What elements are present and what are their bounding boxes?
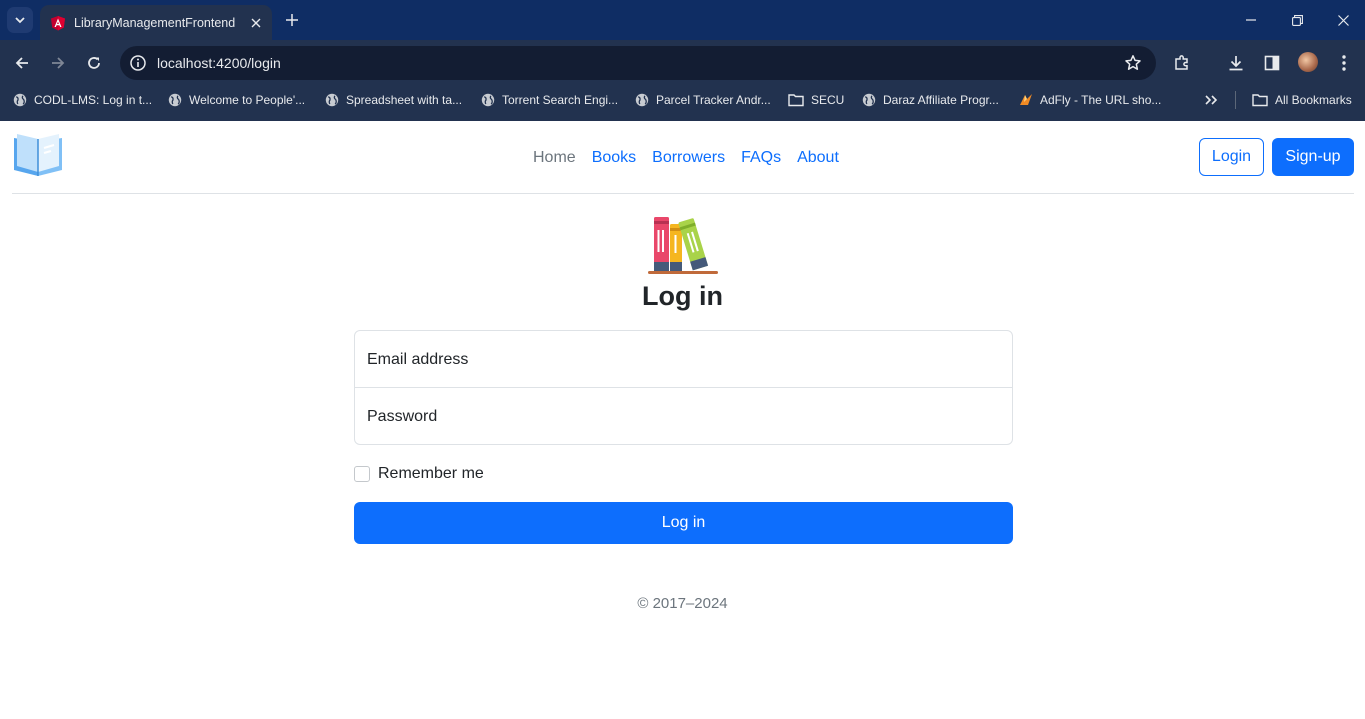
double-chevron-right-icon: [1205, 95, 1218, 105]
close-icon: [1337, 14, 1349, 26]
nav-about[interactable]: About: [789, 149, 847, 167]
side-panel-icon: [1264, 55, 1280, 71]
globe-icon: [325, 93, 339, 107]
tab-close-icon[interactable]: [246, 13, 266, 33]
minimize-button[interactable]: [1228, 0, 1274, 40]
adfly-icon: [1020, 94, 1032, 105]
bookmark-folder[interactable]: SECU: [788, 85, 844, 115]
download-icon: [1229, 56, 1243, 71]
folder-icon: [788, 94, 804, 107]
bookmark-label: Parcel Tracker Andr...: [656, 93, 771, 107]
puzzle-icon: [1175, 55, 1188, 70]
more-bookmarks-button[interactable]: [1204, 85, 1218, 115]
url-text[interactable]: localhost:4200/login: [157, 46, 281, 80]
kebab-menu-icon: [1342, 55, 1346, 71]
footer-copyright: © 2017–2024: [637, 595, 728, 612]
main-nav: Home Books Borrowers FAQs About: [525, 121, 847, 194]
site-header: Home Books Borrowers FAQs About Login Si…: [12, 121, 1354, 194]
browser-tab[interactable]: LibraryManagementFrontend: [40, 5, 272, 40]
browser-menu-button[interactable]: [1333, 52, 1355, 74]
open-book-logo-icon[interactable]: [12, 132, 64, 178]
plus-icon: [286, 14, 298, 26]
restore-button[interactable]: [1274, 0, 1320, 40]
bookmark-item[interactable]: Parcel Tracker Andr...: [635, 85, 771, 115]
globe-icon: [635, 93, 649, 107]
browser-toolbar: localhost:4200/login: [0, 40, 1365, 85]
bookmark-item[interactable]: Daraz Affiliate Progr...: [862, 85, 999, 115]
bookmark-label: AdFly - The URL sho...: [1040, 93, 1162, 107]
signup-button[interactable]: Sign-up: [1272, 138, 1354, 176]
tab-title: LibraryManagementFrontend: [74, 15, 236, 30]
reload-icon: [88, 57, 100, 69]
books-illustration-icon: [648, 217, 718, 274]
chevron-down-icon: [15, 17, 25, 24]
nav-home[interactable]: Home: [525, 149, 584, 167]
bookmark-star-icon[interactable]: [1124, 54, 1142, 72]
globe-icon: [168, 93, 182, 107]
remember-me[interactable]: Remember me: [354, 465, 484, 483]
extensions-button[interactable]: [1171, 52, 1193, 74]
password-field[interactable]: Password: [354, 387, 1013, 445]
all-bookmarks-label: All Bookmarks: [1275, 93, 1352, 107]
globe-icon: [481, 93, 495, 107]
profile-avatar[interactable]: [1298, 52, 1318, 72]
reload-button[interactable]: [81, 50, 107, 76]
minimize-icon: [1246, 19, 1256, 21]
web-page: Home Books Borrowers FAQs About Login Si…: [0, 121, 1365, 719]
back-button[interactable]: [9, 50, 35, 76]
tab-search-button[interactable]: [7, 7, 33, 33]
bookmark-label: CODL-LMS: Log in t...: [34, 93, 153, 107]
nav-borrowers[interactable]: Borrowers: [644, 149, 733, 167]
close-window-button[interactable]: [1320, 0, 1365, 40]
bookmark-label: SECU: [811, 93, 845, 107]
angular-favicon-icon: [51, 15, 65, 30]
restore-icon: [1291, 14, 1303, 26]
nav-books[interactable]: Books: [584, 149, 644, 167]
forward-button[interactable]: [45, 50, 71, 76]
bookmarks-bar: CODL-LMS: Log in t... Welcome to People'…: [0, 85, 1365, 121]
address-bar[interactable]: localhost:4200/login: [120, 46, 1156, 80]
arrow-right-icon: [52, 57, 65, 69]
email-field[interactable]: Email address: [354, 330, 1013, 388]
remember-me-checkbox[interactable]: [354, 466, 370, 482]
remember-me-label: Remember me: [378, 465, 484, 482]
login-submit-button[interactable]: Log in: [354, 502, 1013, 544]
folder-icon: [1252, 94, 1268, 107]
nav-faqs[interactable]: FAQs: [733, 149, 789, 167]
tab-strip: LibraryManagementFrontend: [0, 0, 1365, 40]
bookmark-label: Welcome to People'...: [189, 93, 306, 107]
side-panel-button[interactable]: [1261, 52, 1283, 74]
bookmark-item[interactable]: AdFly - The URL sho...: [1019, 85, 1161, 115]
bookmark-label: Daraz Affiliate Progr...: [883, 93, 999, 107]
page-title: Log in: [642, 281, 723, 311]
email-placeholder: Email address: [367, 351, 469, 368]
bookmark-item[interactable]: Torrent Search Engi...: [481, 85, 618, 115]
bookmark-label: Spreadsheet with ta...: [346, 93, 463, 107]
password-placeholder: Password: [367, 408, 438, 425]
new-tab-button[interactable]: [280, 8, 304, 32]
bookmark-item[interactable]: Spreadsheet with ta...: [325, 85, 462, 115]
arrow-left-icon: [15, 57, 28, 69]
bookmark-item[interactable]: Welcome to People'...: [168, 85, 305, 115]
login-button[interactable]: Login: [1199, 138, 1264, 176]
all-bookmarks-button[interactable]: All Bookmarks: [1252, 85, 1352, 115]
site-info-icon[interactable]: [129, 54, 147, 72]
globe-icon: [13, 93, 27, 107]
globe-icon: [862, 93, 876, 107]
downloads-button[interactable]: [1225, 52, 1247, 74]
bookmark-item[interactable]: CODL-LMS: Log in t...: [13, 85, 152, 115]
bookmark-label: Torrent Search Engi...: [502, 93, 619, 107]
bookmarks-divider: [1235, 91, 1236, 109]
